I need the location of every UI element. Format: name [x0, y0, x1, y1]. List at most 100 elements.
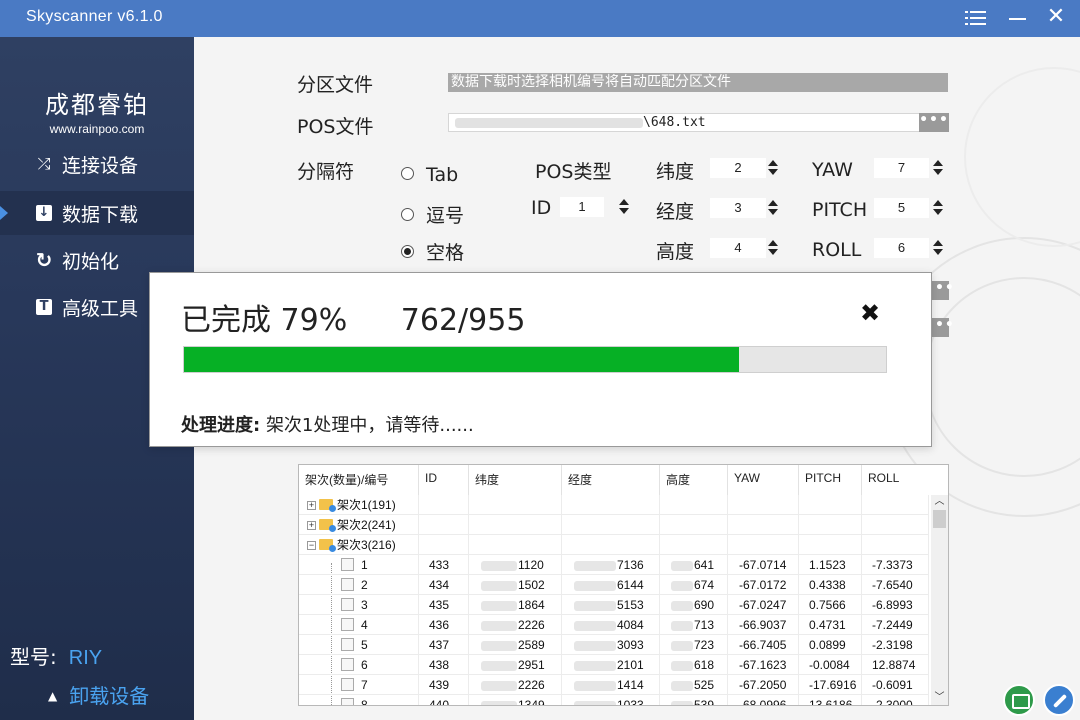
table-cell-lat: 2589 — [481, 635, 545, 655]
roll-stepper[interactable]: 6 — [874, 238, 929, 258]
menu-icon[interactable] — [962, 6, 988, 30]
alt-stepper[interactable]: 4 — [710, 238, 766, 258]
cell-text: 2589 — [518, 638, 545, 652]
table-group-row[interactable]: + 架次1(191) — [299, 495, 929, 515]
table-row[interactable]: 3 435 1864 5153 690 -67.0247 0.7566 -6.8993 — [299, 595, 929, 615]
vertical-scrollbar[interactable]: ︿ ﹀ — [931, 495, 948, 705]
yaw-label: YAW — [812, 159, 853, 181]
column-header[interactable]: 纬度 — [469, 465, 562, 495]
wifi-card-icon[interactable] — [1003, 684, 1035, 716]
scroll-up-icon[interactable]: ︿ — [931, 495, 948, 509]
table-row[interactable]: 7 439 2226 1414 525 -67.2050 -17.6916 -0.6091 — [299, 675, 929, 695]
column-header[interactable]: 高度 — [660, 465, 728, 495]
table-row[interactable]: 5 437 2589 3093 723 -66.7405 0.0899 -2.3198 — [299, 635, 929, 655]
table-cell-pitch: 0.4338 — [809, 575, 846, 595]
document-icon — [341, 558, 354, 571]
yaw-stepper[interactable]: 7 — [874, 158, 929, 178]
cell-text: 7 — [361, 678, 368, 692]
title-bar: Skyscanner v6.1.0 ✕ — [0, 0, 1080, 37]
group-label[interactable]: + 架次2(241) — [307, 515, 396, 535]
expand-icon[interactable]: + — [307, 521, 316, 530]
table-row[interactable]: 4 436 2226 4084 713 -66.9037 0.4731 -7.2449 — [299, 615, 929, 635]
document-icon — [341, 618, 354, 631]
unload-device-button[interactable]: ▲ 卸载设备 — [48, 680, 149, 709]
pitch-stepper[interactable]: 5 — [874, 198, 929, 218]
progress-heading: 已完成 79% 762/955 — [181, 295, 525, 339]
blurred-value — [481, 700, 517, 705]
roll-stepper-arrows[interactable] — [932, 238, 944, 258]
close-icon[interactable]: ✖ — [860, 301, 880, 325]
cell-text: 433 — [429, 558, 450, 572]
alt-stepper-arrows[interactable] — [767, 238, 779, 258]
yaw-stepper-arrows[interactable] — [932, 158, 944, 178]
browse-pos-button[interactable]: ••• — [919, 113, 949, 132]
id-stepper[interactable]: 1 — [560, 197, 604, 217]
table-row[interactable]: 2 434 1502 6144 674 -67.0172 0.4338 -7.6540 — [299, 575, 929, 595]
cell-text: -6.8993 — [872, 598, 913, 612]
table-cell-pitch: 0.0899 — [809, 635, 846, 655]
cell-text: 13.6186 — [809, 698, 853, 706]
blurred-value — [481, 580, 517, 591]
table-group-row[interactable]: − 架次3(216) — [299, 535, 929, 555]
blurred-value — [671, 680, 693, 691]
document-icon — [341, 598, 354, 611]
column-header[interactable]: YAW — [728, 465, 799, 495]
cell-text: 713 — [694, 618, 715, 632]
cell-text: 436 — [429, 618, 450, 632]
sidebar-item-download[interactable]: ↓ 数据下载 — [0, 191, 194, 235]
column-header[interactable]: 经度 — [562, 465, 660, 495]
table-cell-lat: 2226 — [481, 675, 545, 695]
radio-label: Tab — [426, 164, 459, 186]
blurred-value — [574, 580, 616, 591]
table-cell-id: 436 — [429, 615, 449, 635]
expand-icon[interactable]: + — [307, 501, 316, 510]
table-cell-lat: 1502 — [481, 575, 545, 595]
table-group-row[interactable]: + 架次2(241) — [299, 515, 929, 535]
pos-data-table[interactable]: 架次(数量)/编号 ID 纬度 经度 高度 YAW PITCH ROLL + 架次… — [298, 464, 949, 706]
shuffle-icon: ⤮ — [37, 154, 51, 173]
table-row[interactable]: 8 440 1349 1033 539 -68.0996 13.6186 -2.3000 — [299, 695, 929, 706]
cell-text: 690 — [694, 598, 715, 612]
partition-field[interactable]: 数据下载时选择相机编号将自动匹配分区文件 — [448, 73, 948, 92]
table-cell-id: 439 — [429, 675, 449, 695]
cell-text: 1502 — [518, 578, 545, 592]
blurred-value — [574, 700, 616, 705]
minimize-icon[interactable] — [1004, 6, 1030, 30]
lat-stepper-arrows[interactable] — [767, 158, 779, 178]
wrench-icon[interactable] — [1043, 684, 1075, 716]
pos-type-label: POS类型 — [535, 161, 612, 183]
scroll-thumb[interactable] — [933, 510, 946, 528]
eject-icon: ▲ — [48, 689, 58, 703]
table-cell-yaw: -67.0714 — [739, 555, 786, 575]
column-header[interactable]: PITCH — [799, 465, 862, 495]
scroll-down-icon[interactable]: ﹀ — [931, 691, 948, 705]
sidebar-item-connect[interactable]: ⤮ 连接设备 — [0, 142, 194, 186]
cell-text: 525 — [694, 678, 715, 692]
table-row[interactable]: 1 433 1120 7136 641 -67.0714 1.1523 -7.3373 — [299, 555, 929, 575]
folder-icon — [319, 519, 336, 532]
cell-text: -67.0714 — [739, 558, 787, 572]
column-header[interactable]: ROLL — [862, 465, 929, 495]
close-window-icon[interactable]: ✕ — [1043, 6, 1069, 30]
group-label[interactable]: + 架次1(191) — [307, 495, 396, 515]
unload-label: 卸载设备 — [69, 684, 150, 708]
lon-stepper-arrows[interactable] — [767, 198, 779, 218]
table-cell-yaw: -67.1623 — [739, 655, 786, 675]
separator-tab-radio[interactable]: Tab — [401, 164, 458, 186]
group-label[interactable]: − 架次3(216) — [307, 535, 396, 555]
grid-cell — [660, 535, 728, 555]
id-stepper-arrows[interactable] — [618, 197, 630, 217]
lon-stepper[interactable]: 3 — [710, 198, 766, 218]
separator-comma-radio[interactable]: 逗号 — [401, 201, 464, 228]
lat-stepper[interactable]: 2 — [710, 158, 766, 178]
column-header[interactable]: 架次(数量)/编号 — [299, 465, 419, 495]
blurred-value — [671, 640, 693, 651]
table-cell-lon: 5153 — [574, 595, 644, 615]
table-row[interactable]: 6 438 2951 2101 618 -67.1623 -0.0084 12.8874 — [299, 655, 929, 675]
separator-space-radio[interactable]: 空格 — [401, 238, 464, 265]
cell-text: 1.1523 — [809, 558, 846, 572]
column-header[interactable]: ID — [419, 465, 469, 495]
collapse-icon[interactable]: − — [307, 541, 316, 550]
pos-file-field[interactable]: \648.txt — [448, 113, 920, 132]
pitch-stepper-arrows[interactable] — [932, 198, 944, 218]
